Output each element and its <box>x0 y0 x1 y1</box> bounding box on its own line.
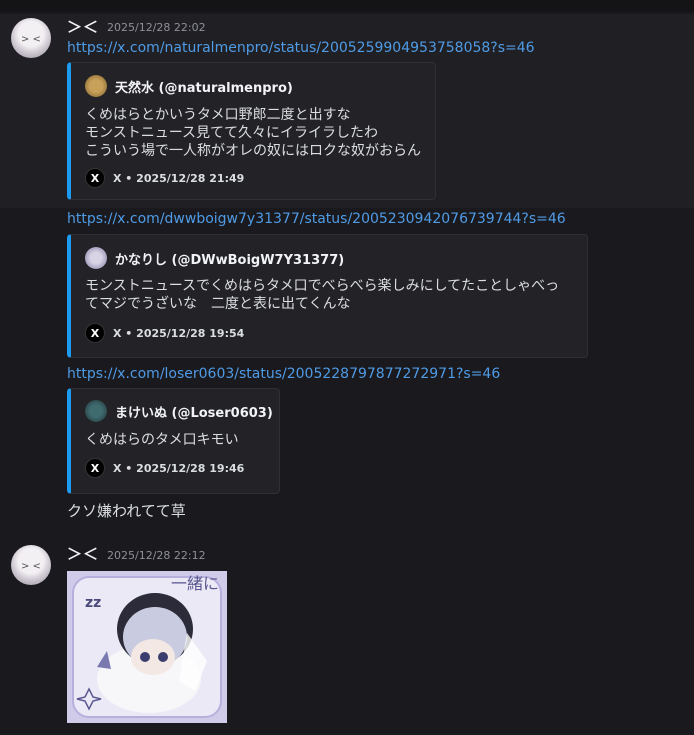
embed-footer: X X • 2025/12/28 19:46 <box>85 458 244 478</box>
embed-text: くめはらとかいうタメ口野郎二度と出すな モンストニュース見てて久々にイライラした… <box>85 107 421 159</box>
x-logo-icon: X <box>85 323 105 343</box>
embed-author-avatar <box>85 247 107 269</box>
message-text: クソ嫌われてて草 <box>67 502 186 520</box>
x-logo-icon: X <box>85 168 105 188</box>
message-timestamp: 2025/12/28 22:12 <box>107 549 206 562</box>
embed-footer-text: X • 2025/12/28 19:46 <box>113 461 245 475</box>
embed-author-name[interactable]: かなりし (@DWwBoigW7Y31377) <box>115 249 344 268</box>
embed-author-name[interactable]: 天然水 (@naturalmenpro) <box>115 77 293 96</box>
embed-author-avatar <box>85 400 107 422</box>
image-attachment[interactable]: 一緒に zz <box>67 571 227 723</box>
embed-footer-text: X • 2025/12/28 19:54 <box>113 326 245 340</box>
message-timestamp: 2025/12/28 22:02 <box>107 21 206 34</box>
message-author[interactable]: ＞＜ <box>67 16 99 37</box>
avatar[interactable]: > < <box>11 18 51 58</box>
embed-text: くめはらのタメ口キモい <box>85 432 239 448</box>
image-caption-text: 一緒に <box>171 574 219 593</box>
message-link[interactable]: https://x.com/loser0603/status/200522879… <box>67 366 500 382</box>
tweet-embed: まけいぬ (@Loser0603) くめはらのタメ口キモい X X • 2025… <box>67 388 280 494</box>
x-logo-icon: X <box>85 458 105 478</box>
top-bar <box>0 0 694 12</box>
embed-author[interactable]: 天然水 (@naturalmenpro) <box>85 75 293 97</box>
embed-author-name[interactable]: まけいぬ (@Loser0603) <box>115 402 273 421</box>
message-link[interactable]: https://x.com/naturalmenpro/status/20052… <box>67 40 535 56</box>
image-sleep-text: zz <box>85 595 101 611</box>
embed-author[interactable]: かなりし (@DWwBoigW7Y31377) <box>85 247 344 269</box>
message-author[interactable]: ＞＜ <box>67 543 99 564</box>
embed-footer: X X • 2025/12/28 21:49 <box>85 168 244 188</box>
plush-doll-image: 一緒に zz <box>67 571 227 723</box>
embed-text: モンストニュースでくめはらタメ口でべらべら楽しみにしてたことしゃべっ てマジでう… <box>85 278 560 312</box>
tweet-embed: 天然水 (@naturalmenpro) くめはらとかいうタメ口野郎二度と出すな… <box>67 62 436 200</box>
avatar[interactable]: > < <box>11 545 51 585</box>
embed-author-avatar <box>85 75 107 97</box>
message-link[interactable]: https://x.com/dwwboigw7y31377/status/200… <box>67 211 566 227</box>
embed-author[interactable]: まけいぬ (@Loser0603) <box>85 400 273 422</box>
embed-footer: X X • 2025/12/28 19:54 <box>85 323 244 343</box>
tweet-embed: かなりし (@DWwBoigW7Y31377) モンストニュースでくめはらタメ口… <box>67 234 588 358</box>
embed-footer-text: X • 2025/12/28 21:49 <box>113 171 245 185</box>
